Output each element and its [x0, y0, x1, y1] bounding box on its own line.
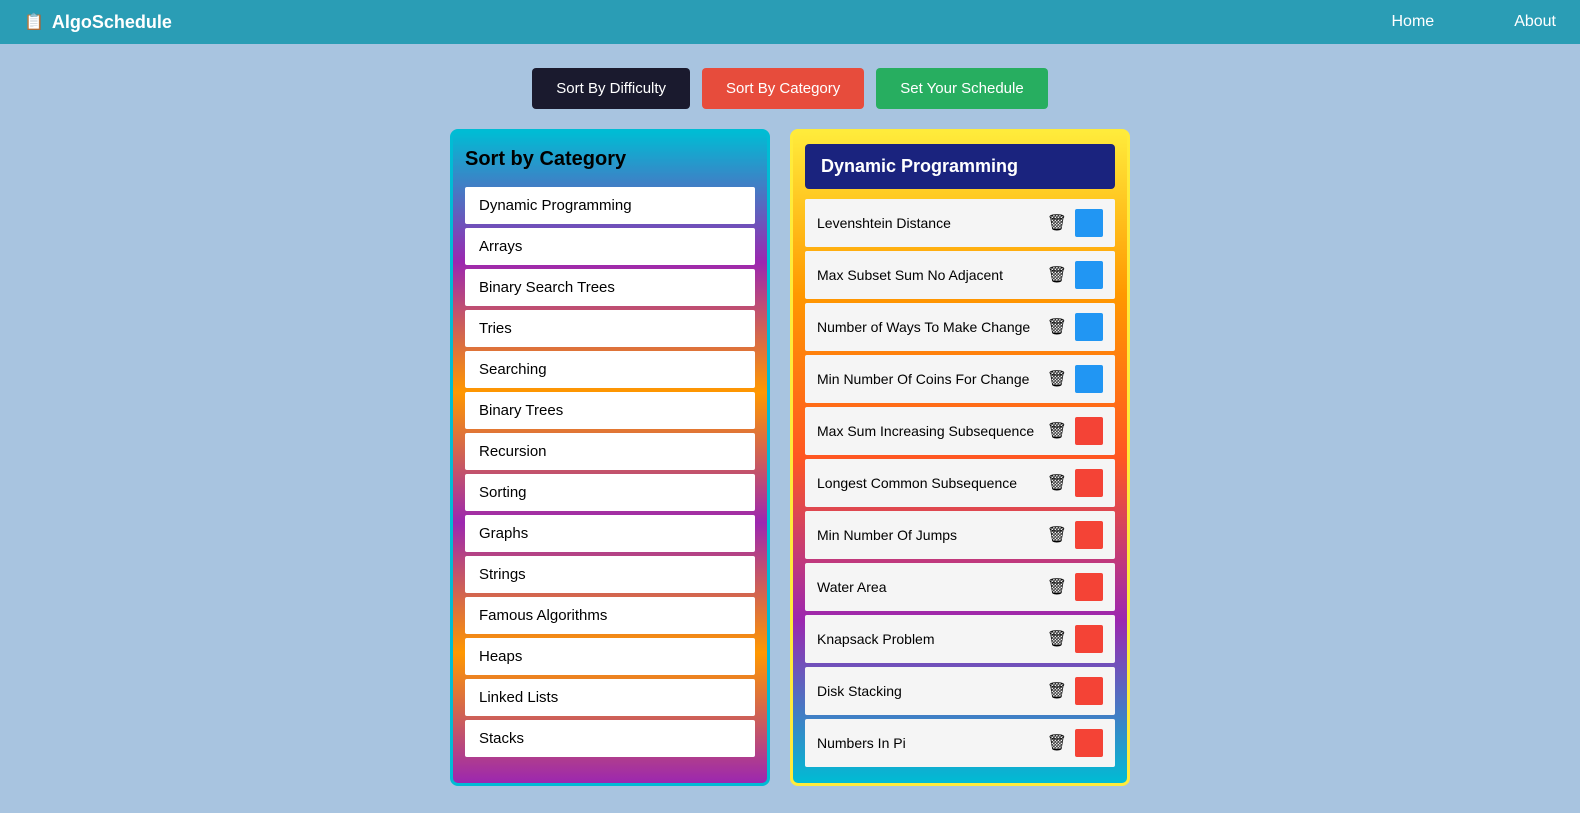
sort-difficulty-button[interactable]: Sort By Difficulty	[532, 68, 690, 109]
algo-item-actions: 🗑	[1043, 729, 1103, 757]
algo-item-actions: 🗑	[1043, 209, 1103, 237]
algo-item: Longest Common Subsequence🗑	[805, 459, 1115, 507]
trash-button[interactable]: 🗑	[1043, 471, 1071, 495]
category-item[interactable]: Sorting	[465, 474, 755, 511]
difficulty-badge	[1075, 573, 1103, 601]
toolbar: Sort By Difficulty Sort By Category Set …	[0, 44, 1580, 129]
algo-item-actions: 🗑	[1043, 313, 1103, 341]
difficulty-badge	[1075, 261, 1103, 289]
brand-icon: 📋	[24, 12, 44, 32]
algo-item-name: Max Sum Increasing Subsequence	[817, 423, 1043, 439]
algo-item: Levenshtein Distance🗑	[805, 199, 1115, 247]
category-item[interactable]: Arrays	[465, 228, 755, 265]
category-item[interactable]: Tries	[465, 310, 755, 347]
trash-button[interactable]: 🗑	[1043, 315, 1071, 339]
algo-item-actions: 🗑	[1043, 573, 1103, 601]
category-item[interactable]: Strings	[465, 556, 755, 593]
main-content: Sort by Category Dynamic Programming Arra…	[0, 129, 1580, 786]
algo-list: Levenshtein Distance🗑Max Subset Sum No A…	[805, 199, 1115, 767]
difficulty-badge	[1075, 729, 1103, 757]
navbar-links: Home About	[1392, 13, 1557, 31]
algo-item-actions: 🗑	[1043, 521, 1103, 549]
category-item[interactable]: Graphs	[465, 515, 755, 552]
algo-item-actions: 🗑	[1043, 417, 1103, 445]
algo-item-actions: 🗑	[1043, 469, 1103, 497]
category-item[interactable]: Binary Search Trees	[465, 269, 755, 306]
category-item[interactable]: Famous Algorithms	[465, 597, 755, 634]
trash-button[interactable]: 🗑	[1043, 627, 1071, 651]
home-link[interactable]: Home	[1392, 13, 1435, 31]
sort-category-button[interactable]: Sort By Category	[702, 68, 864, 109]
brand-name: AlgoSchedule	[52, 12, 172, 33]
about-link[interactable]: About	[1514, 13, 1556, 31]
trash-button[interactable]: 🗑	[1043, 575, 1071, 599]
algo-item-name: Knapsack Problem	[817, 631, 1043, 647]
difficulty-badge	[1075, 417, 1103, 445]
trash-button[interactable]: 🗑	[1043, 679, 1071, 703]
trash-button[interactable]: 🗑	[1043, 263, 1071, 287]
trash-button[interactable]: 🗑	[1043, 211, 1071, 235]
category-item[interactable]: Dynamic Programming	[465, 187, 755, 224]
right-panel-header: Dynamic Programming	[805, 144, 1115, 189]
category-item[interactable]: Binary Trees	[465, 392, 755, 429]
difficulty-badge	[1075, 365, 1103, 393]
category-item[interactable]: Stacks	[465, 720, 755, 757]
brand: 📋 AlgoSchedule	[24, 12, 1392, 33]
algo-item: Min Number Of Coins For Change🗑	[805, 355, 1115, 403]
algo-item: Max Subset Sum No Adjacent🗑	[805, 251, 1115, 299]
category-list: Dynamic Programming Arrays Binary Search T…	[465, 187, 755, 761]
algo-item-actions: 🗑	[1043, 365, 1103, 393]
category-item[interactable]: Linked Lists	[465, 679, 755, 716]
trash-button[interactable]: 🗑	[1043, 523, 1071, 547]
algo-item-actions: 🗑	[1043, 261, 1103, 289]
algo-item-name: Disk Stacking	[817, 683, 1043, 699]
difficulty-badge	[1075, 313, 1103, 341]
algo-item: Max Sum Increasing Subsequence🗑	[805, 407, 1115, 455]
difficulty-badge	[1075, 677, 1103, 705]
left-panel-title: Sort by Category	[465, 144, 755, 175]
algo-item: Knapsack Problem🗑	[805, 615, 1115, 663]
right-panel: Dynamic Programming Levenshtein Distance…	[790, 129, 1130, 786]
algo-item-name: Min Number Of Coins For Change	[817, 371, 1043, 387]
algo-item-name: Min Number Of Jumps	[817, 527, 1043, 543]
algo-item-name: Max Subset Sum No Adjacent	[817, 267, 1043, 283]
algo-item-actions: 🗑	[1043, 677, 1103, 705]
category-item[interactable]: Recursion	[465, 433, 755, 470]
category-item[interactable]: Heaps	[465, 638, 755, 675]
difficulty-badge	[1075, 521, 1103, 549]
difficulty-badge	[1075, 625, 1103, 653]
algo-item: Number of Ways To Make Change🗑	[805, 303, 1115, 351]
algo-item: Water Area🗑	[805, 563, 1115, 611]
algo-item-name: Water Area	[817, 579, 1043, 595]
algo-item: Min Number Of Jumps🗑	[805, 511, 1115, 559]
difficulty-badge	[1075, 469, 1103, 497]
algo-item: Numbers In Pi🗑	[805, 719, 1115, 767]
trash-button[interactable]: 🗑	[1043, 731, 1071, 755]
algo-item-name: Levenshtein Distance	[817, 215, 1043, 231]
algo-item-name: Number of Ways To Make Change	[817, 319, 1043, 335]
algo-item: Disk Stacking🗑	[805, 667, 1115, 715]
trash-button[interactable]: 🗑	[1043, 367, 1071, 391]
algo-item-name: Longest Common Subsequence	[817, 475, 1043, 491]
set-schedule-button[interactable]: Set Your Schedule	[876, 68, 1047, 109]
category-item[interactable]: Searching	[465, 351, 755, 388]
algo-item-actions: 🗑	[1043, 625, 1103, 653]
algo-item-name: Numbers In Pi	[817, 735, 1043, 751]
trash-button[interactable]: 🗑	[1043, 419, 1071, 443]
navbar: 📋 AlgoSchedule Home About	[0, 0, 1580, 44]
left-panel: Sort by Category Dynamic Programming Arra…	[450, 129, 770, 786]
difficulty-badge	[1075, 209, 1103, 237]
